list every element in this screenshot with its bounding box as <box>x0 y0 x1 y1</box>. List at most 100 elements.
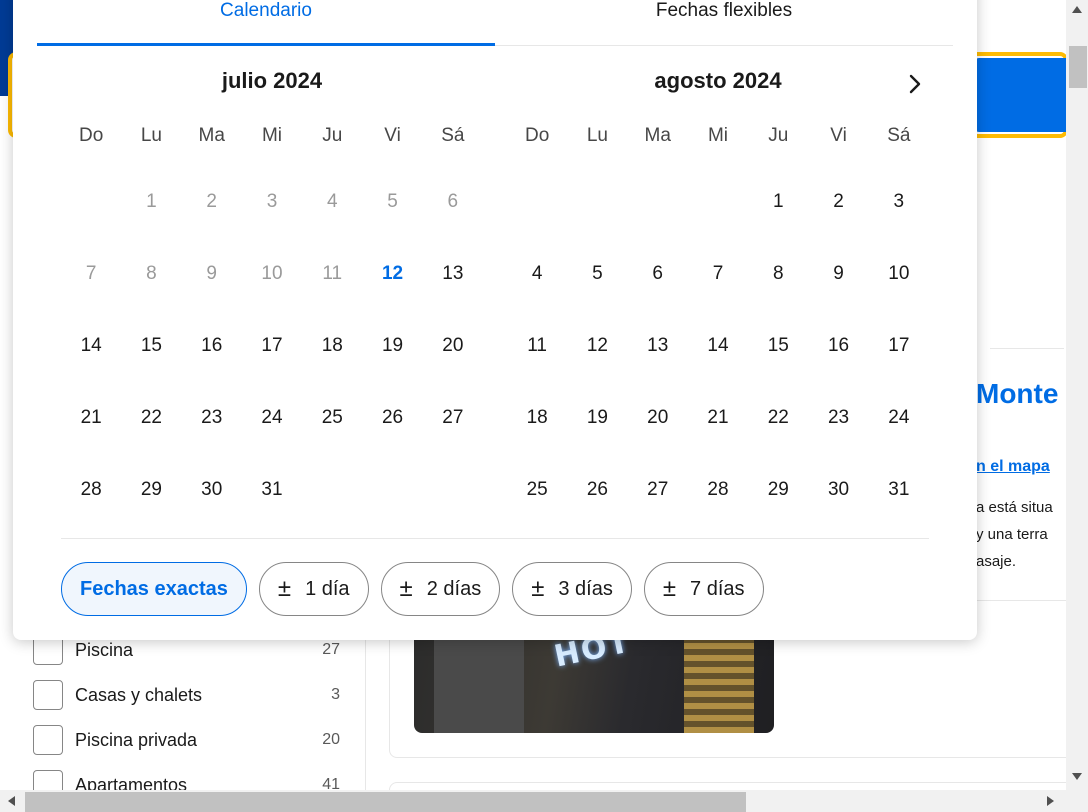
month-grid: Do Lu Ma Mi Ju Vi Sá 1 2 3 4 5 6 7 8 9 10 11 12 13 14 15 16 17 1… <box>61 118 483 534</box>
scroll-thumb[interactable] <box>25 792 746 812</box>
filter-count: 20 <box>322 731 340 748</box>
weekday-label: Lu <box>140 125 162 146</box>
day-cell[interactable]: 18 <box>302 318 362 390</box>
day-cell[interactable]: 29 <box>121 462 181 534</box>
day-cell[interactable]: 15 <box>748 318 808 390</box>
day-cell[interactable]: 31 <box>242 462 302 534</box>
day-cell[interactable]: 30 <box>182 462 242 534</box>
day-cell[interactable]: 6 <box>628 246 688 318</box>
day-cell[interactable]: 1 <box>748 174 808 246</box>
day-cell[interactable]: 13 <box>628 318 688 390</box>
day-cell[interactable]: 27 <box>423 390 483 462</box>
vertical-scrollbar[interactable] <box>1066 0 1088 790</box>
day-cell[interactable]: 20 <box>628 390 688 462</box>
day-cell[interactable]: 28 <box>61 462 121 534</box>
day-cell[interactable]: 20 <box>423 318 483 390</box>
day-cell[interactable]: 25 <box>302 390 362 462</box>
filter-option[interactable]: Casas y chalets 3 <box>33 680 340 710</box>
scroll-up-icon[interactable] <box>1072 6 1082 13</box>
filter-count: 3 <box>331 686 340 703</box>
empty-day-cell <box>628 174 688 246</box>
chevron-right-icon <box>909 74 921 94</box>
search-button[interactable] <box>975 58 1070 132</box>
day-cell[interactable]: 18 <box>507 390 567 462</box>
empty-day-cell <box>302 462 362 534</box>
plus-minus-icon: ± <box>531 575 545 602</box>
week-row: 28 29 30 31 <box>61 462 483 534</box>
horizontal-scrollbar[interactable] <box>0 790 1088 812</box>
show-on-map-link[interactable]: n el mapa <box>976 458 1050 476</box>
month-title: agosto 2024 <box>654 68 782 93</box>
day-cell[interactable]: 17 <box>869 318 929 390</box>
day-cell[interactable]: 24 <box>869 390 929 462</box>
day-cell[interactable]: 28 <box>688 462 748 534</box>
day-cell[interactable]: 21 <box>61 390 121 462</box>
flex-days-chip[interactable]: ±3 días <box>512 562 632 616</box>
chip-label: 2 días <box>426 577 482 600</box>
hotel-title[interactable]: Monte <box>976 378 1058 410</box>
day-cell-today[interactable]: 12 <box>362 246 422 318</box>
day-cell-disabled: 1 <box>146 191 157 212</box>
day-cell[interactable]: 13 <box>423 246 483 318</box>
day-cell[interactable]: 14 <box>688 318 748 390</box>
scroll-down-icon[interactable] <box>1072 773 1082 780</box>
day-cell[interactable]: 4 <box>507 246 567 318</box>
flex-days-chip[interactable]: ±2 días <box>380 562 501 616</box>
month-august: agosto 2024 Do Lu Ma Mi Ju Vi Sá 1 2 3 4 5 6 7 8 9 10 11 1… <box>507 68 929 500</box>
day-cell[interactable]: 29 <box>748 462 808 534</box>
day-cell[interactable]: 23 <box>182 390 242 462</box>
day-cell[interactable]: 9 <box>808 246 868 318</box>
empty-day-cell <box>567 174 627 246</box>
week-row: 123 <box>507 174 929 246</box>
day-cell[interactable]: 16 <box>182 318 242 390</box>
day-cell[interactable]: 3 <box>869 174 929 246</box>
day-cell[interactable]: 26 <box>567 462 627 534</box>
description-line: asaje. <box>976 553 1017 570</box>
week-row: 1 2 3 4 5 6 <box>61 174 483 246</box>
weekday-label: Sá <box>887 125 911 146</box>
day-cell[interactable]: 19 <box>362 318 422 390</box>
day-cell[interactable]: 25 <box>507 462 567 534</box>
day-cell[interactable]: 21 <box>688 390 748 462</box>
day-cell[interactable]: 11 <box>507 318 567 390</box>
day-cell[interactable]: 23 <box>808 390 868 462</box>
scroll-right-icon[interactable] <box>1047 796 1054 806</box>
exact-dates-chip[interactable]: Fechas exactas <box>61 562 247 616</box>
flex-days-chip[interactable]: ±1 día <box>258 562 369 616</box>
day-cell[interactable]: 17 <box>242 318 302 390</box>
week-row: 14 15 16 17 18 19 20 <box>61 318 483 390</box>
day-cell[interactable]: 31 <box>869 462 929 534</box>
scroll-thumb[interactable] <box>1069 46 1087 88</box>
day-cell[interactable]: 8 <box>748 246 808 318</box>
month-title: julio 2024 <box>221 68 323 93</box>
day-cell[interactable]: 15 <box>121 318 181 390</box>
week-row: 7 8 9 10 11 12 13 <box>61 246 483 318</box>
month-july: julio 2024 Do Lu Ma Mi Ju Vi Sá 1 2 3 4 5 6 7 8 9 10 11 12… <box>61 68 483 500</box>
weekday-label: Ju <box>322 125 343 146</box>
day-cell[interactable]: 30 <box>808 462 868 534</box>
day-cell[interactable]: 10 <box>869 246 929 318</box>
checkbox[interactable] <box>33 725 63 755</box>
tab-calendar[interactable]: Calendario <box>37 0 495 46</box>
week-row: 4 5 6 7 8 9 10 <box>507 246 929 318</box>
day-cell[interactable]: 22 <box>748 390 808 462</box>
day-cell[interactable]: 16 <box>808 318 868 390</box>
day-cell[interactable]: 2 <box>808 174 868 246</box>
day-cell[interactable]: 19 <box>567 390 627 462</box>
day-cell[interactable]: 7 <box>688 246 748 318</box>
day-cell[interactable]: 27 <box>628 462 688 534</box>
checkbox[interactable] <box>33 680 63 710</box>
day-cell[interactable]: 22 <box>121 390 181 462</box>
next-month-button[interactable] <box>897 66 933 102</box>
flex-days-chip[interactable]: ±7 días <box>643 562 764 616</box>
filter-label: Piscina <box>75 639 134 660</box>
scroll-left-icon[interactable] <box>8 796 15 806</box>
week-row: 11 12 13 14 15 16 17 <box>507 318 929 390</box>
tab-flexible-dates[interactable]: Fechas flexibles <box>495 0 953 46</box>
day-cell[interactable]: 24 <box>242 390 302 462</box>
day-cell[interactable]: 12 <box>567 318 627 390</box>
day-cell[interactable]: 14 <box>61 318 121 390</box>
day-cell[interactable]: 5 <box>567 246 627 318</box>
day-cell[interactable]: 26 <box>362 390 422 462</box>
filter-option[interactable]: Piscina privada 20 <box>33 725 340 755</box>
